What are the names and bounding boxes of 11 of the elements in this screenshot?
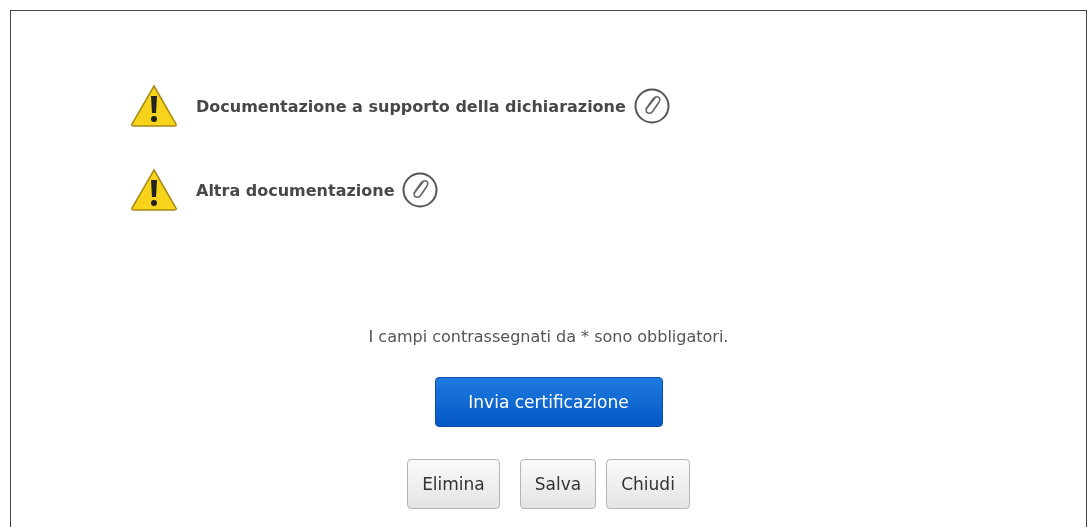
attachment-icon[interactable] xyxy=(402,172,439,208)
send-certification-button[interactable]: Invia certificazione xyxy=(434,377,663,427)
action-button[interactable]: Salva xyxy=(519,459,597,509)
document-label: Altra documentazione xyxy=(196,180,395,200)
action-button[interactable]: Elimina xyxy=(407,459,500,509)
action-button[interactable]: Chiudi xyxy=(606,459,690,509)
required-fields-note: I campi contrassegnati da * sono obbligatori. xyxy=(367,326,730,348)
document-label: Documentazione a supporto della dichiarazione xyxy=(196,96,626,116)
attachment-icon[interactable] xyxy=(633,88,670,124)
warning-icon xyxy=(130,168,178,212)
warning-icon xyxy=(130,84,178,128)
